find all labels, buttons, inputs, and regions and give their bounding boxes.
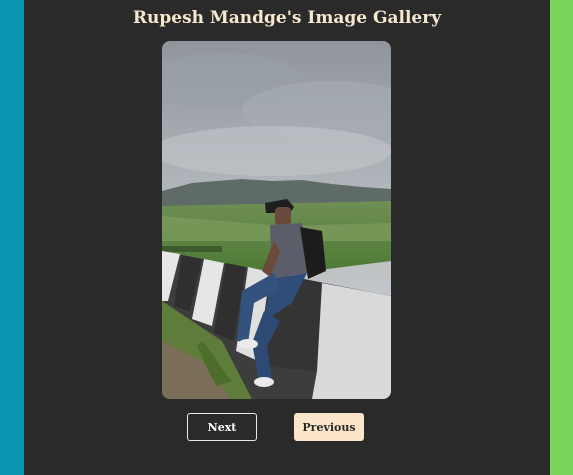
previous-button[interactable]: Previous xyxy=(294,413,364,441)
gallery-image xyxy=(162,41,391,399)
left-accent-stripe xyxy=(0,0,24,475)
right-accent-stripe xyxy=(550,0,573,475)
next-button[interactable]: Next xyxy=(187,413,257,441)
gallery-panel: Rupesh Mandge's Image Gallery Next Previ… xyxy=(24,0,550,475)
gallery-image-art xyxy=(162,41,391,399)
gallery-title: Rupesh Mandge's Image Gallery xyxy=(132,8,442,28)
